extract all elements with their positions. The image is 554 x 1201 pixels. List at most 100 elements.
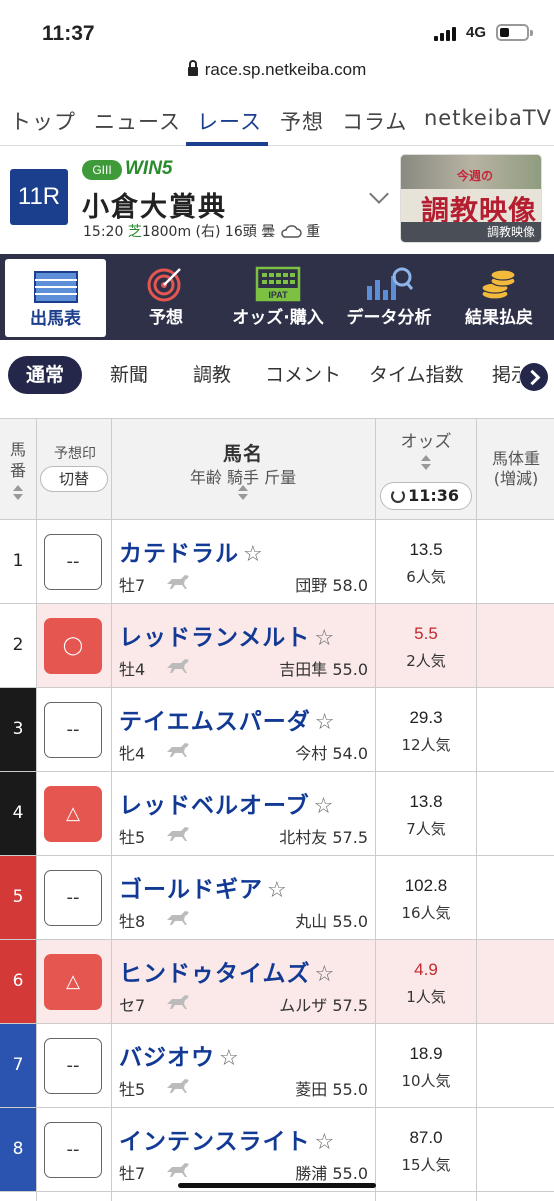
horse-name-link[interactable]: カテドラル ☆ <box>119 534 264 568</box>
track-condition: 重 <box>306 224 321 240</box>
gate-number: 5 <box>0 856 36 939</box>
horse-name-link[interactable]: インテンスライト ☆ <box>119 1122 335 1156</box>
prediction-mark-button[interactable]: -- <box>44 1122 102 1178</box>
prediction-mark-button[interactable]: -- <box>44 870 102 926</box>
horse-icon <box>167 659 189 673</box>
sub-tabs: 通常 新聞 調教 コメント タイム指数 掲示 <box>0 356 554 402</box>
category-data-analysis[interactable]: データ分析 <box>334 254 444 340</box>
jockey-weight: 丸山 55.0 <box>295 912 368 931</box>
tab-netkeibatv[interactable]: netkeibaTV <box>424 106 552 130</box>
table-row[interactable]: 8 -- インテンスライト ☆ 牡7 勝浦 55.0 87.0 15人気 <box>0 1108 554 1192</box>
favorite-star-icon[interactable]: ☆ <box>315 1130 336 1155</box>
favorite-star-icon[interactable]: ☆ <box>314 626 335 651</box>
col-horse-name: 馬名 年齢 騎手 斤量 <box>112 439 374 488</box>
sort-down-icon[interactable] <box>13 494 23 500</box>
sort-down-icon[interactable] <box>421 464 431 470</box>
win-odds[interactable]: 102.8 <box>376 876 476 896</box>
horse-name-link[interactable]: レッドランメルト ☆ <box>119 618 335 652</box>
win-odds[interactable]: 87.0 <box>376 1128 476 1148</box>
category-prediction[interactable]: 予想 <box>116 254 216 340</box>
horse-name-link[interactable]: レッドベルオーブ ☆ <box>119 786 334 820</box>
address-bar[interactable]: race.sp.netkeiba.com <box>0 60 554 94</box>
table-row[interactable]: 2 ◯ レッドランメルト ☆ 牡4 吉田隼 55.0 5.5 2人気 <box>0 604 554 688</box>
prediction-mark-button[interactable]: ◯ <box>44 618 102 674</box>
table-row[interactable]: 3 -- テイエムスパーダ ☆ 牝4 今村 54.0 29.3 12人気 <box>0 688 554 772</box>
category-label: 予想 <box>149 308 183 328</box>
tab-column[interactable]: コラム <box>342 106 407 136</box>
banner-subtitle: 今週の <box>457 169 494 183</box>
win-odds[interactable]: 18.9 <box>376 1044 476 1064</box>
category-results-payout[interactable]: 結果払戻 <box>450 254 548 340</box>
horse-icon <box>167 1079 189 1093</box>
sex-age: 牡8 <box>119 912 146 931</box>
table-row[interactable]: 7 -- バジオウ ☆ 牡5 菱田 55.0 18.9 10人気 <box>0 1024 554 1108</box>
horse-icon <box>167 911 189 925</box>
column-divider <box>476 419 477 1201</box>
popularity: 1人気 <box>406 988 446 1006</box>
sort-up-icon[interactable] <box>13 485 23 491</box>
win-odds[interactable]: 29.3 <box>376 708 476 728</box>
subtab-board[interactable]: 掲示 <box>492 356 520 394</box>
sex-age: 牡5 <box>119 828 146 847</box>
horse-name: インテンスライト <box>119 1129 311 1155</box>
active-tab-indicator <box>186 142 268 146</box>
odds-refresh-button[interactable]: 11:36 <box>380 482 472 510</box>
prediction-mark-button[interactable]: △ <box>44 786 102 842</box>
popularity: 16人気 <box>401 904 451 922</box>
prediction-mark-button[interactable]: -- <box>44 534 102 590</box>
chevron-down-icon[interactable] <box>369 184 389 204</box>
category-odds-purchase[interactable]: IPAT オッズ·購入 <box>226 254 330 340</box>
subtab-training[interactable]: 調教 <box>193 356 231 394</box>
tab-race[interactable]: レース <box>197 106 262 136</box>
horse-name-link[interactable]: ゴールドギア ☆ <box>119 870 288 904</box>
horse-name-link[interactable]: バジオウ ☆ <box>119 1038 240 1072</box>
subtab-comment[interactable]: コメント <box>265 356 341 394</box>
win-odds[interactable]: 13.5 <box>376 540 476 560</box>
sort-down-icon[interactable] <box>238 494 248 500</box>
gate-number: 8 <box>0 1108 36 1191</box>
table-row[interactable]: 5 -- ゴールドギア ☆ 牡8 丸山 55.0 102.8 16人気 <box>0 856 554 940</box>
win-odds[interactable]: 13.8 <box>376 792 476 812</box>
category-label: データ分析 <box>346 308 432 328</box>
cloud-icon <box>280 225 302 238</box>
training-video-banner[interactable]: 今週の 調教映像 調教映像 <box>400 154 542 243</box>
popularity: 15人気 <box>401 1156 451 1174</box>
favorite-star-icon[interactable]: ☆ <box>315 962 336 987</box>
favorite-star-icon[interactable]: ☆ <box>314 794 335 819</box>
refresh-icon <box>391 489 405 503</box>
horse-name-link[interactable]: テイエムスパーダ ☆ <box>119 702 336 736</box>
sort-up-icon[interactable] <box>238 485 248 491</box>
tab-prediction[interactable]: 予想 <box>280 106 324 136</box>
gate-number: 4 <box>0 772 36 855</box>
favorite-star-icon[interactable]: ☆ <box>267 878 288 903</box>
gate-number: 6 <box>0 940 36 1023</box>
prediction-mark-button[interactable]: △ <box>44 954 102 1010</box>
subtab-normal[interactable]: 通常 <box>8 356 83 394</box>
prediction-mark-button[interactable]: -- <box>44 1038 102 1094</box>
favorite-star-icon[interactable]: ☆ <box>243 542 264 567</box>
mark-switch-button[interactable]: 切替 <box>40 466 108 492</box>
win-odds[interactable]: 5.5 <box>376 624 476 644</box>
subtab-newspaper[interactable]: 新聞 <box>110 356 148 394</box>
category-label: オッズ·購入 <box>232 308 324 328</box>
race-number-badge: 11R <box>10 169 68 225</box>
horse-name-link[interactable]: ヒンドゥタイムズ ☆ <box>119 954 335 988</box>
prediction-mark-button[interactable]: -- <box>44 702 102 758</box>
category-race-card[interactable]: 出馬表 <box>5 259 106 337</box>
win5-badge: WIN5 <box>125 158 173 179</box>
table-row[interactable]: 1 -- カテドラル ☆ 牡7 団野 58.0 13.5 6人気 <box>0 520 554 604</box>
race-header: 11R GIII WIN5 小倉大賞典 15:20 芝1800m (右) 16頭… <box>0 147 554 249</box>
tab-top[interactable]: トップ <box>10 106 76 136</box>
sort-up-icon[interactable] <box>421 455 431 461</box>
subtab-time-index[interactable]: タイム指数 <box>369 356 464 394</box>
win-odds[interactable]: 4.9 <box>376 960 476 980</box>
favorite-star-icon[interactable]: ☆ <box>315 710 336 735</box>
sex-age: 牡7 <box>119 1164 146 1183</box>
favorite-star-icon[interactable]: ☆ <box>219 1046 240 1071</box>
status-bar: 11:37 4G <box>0 0 554 60</box>
table-row[interactable]: 4 △ レッドベルオーブ ☆ 牡5 北村友 57.5 13.8 7人気 <box>0 772 554 856</box>
table-row[interactable]: 6 △ ヒンドゥタイムズ ☆ セ7 ムルザ 57.5 4.9 1人気 <box>0 940 554 1024</box>
col-weight-sub: (増減) <box>493 469 539 488</box>
chevron-right-icon[interactable] <box>520 363 548 391</box>
tab-news[interactable]: ニュース <box>94 106 181 136</box>
